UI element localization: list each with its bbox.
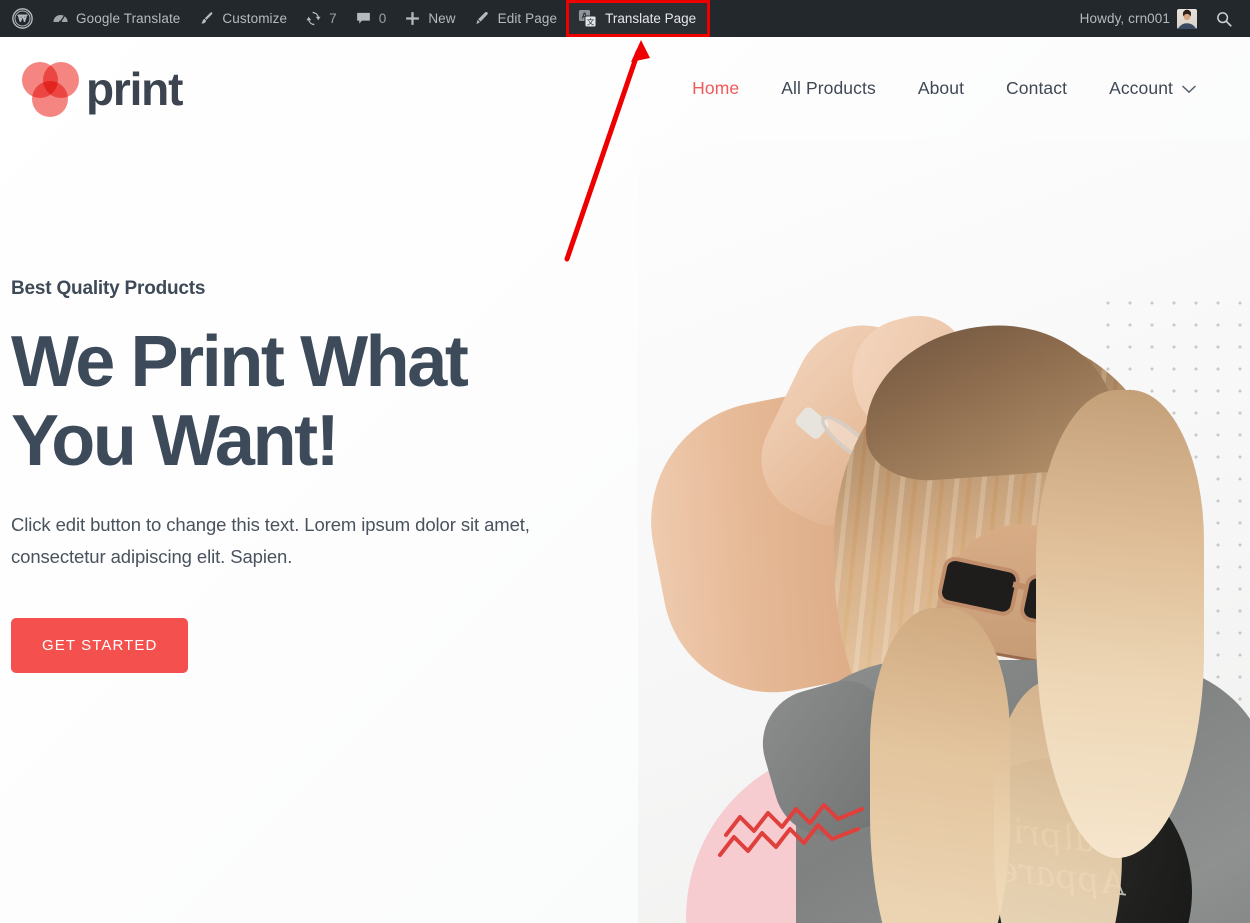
update-icon — [305, 10, 322, 27]
admin-bar-item-google-translate[interactable]: Google Translate — [43, 0, 189, 37]
three-circles-logo — [22, 60, 80, 118]
howdy-greeting: Howdy, crn001 — [1079, 10, 1170, 26]
site-header: print Home All Products About Contact Ac… — [0, 37, 1250, 140]
hero-title-line2: You Want! — [11, 401, 340, 482]
comment-icon — [355, 10, 372, 27]
brush-icon — [198, 10, 215, 27]
admin-bar-label-edit-page: Edit Page — [497, 10, 558, 26]
hero-body-text: Click edit button to change this text. L… — [11, 514, 530, 568]
site-logo[interactable]: print — [22, 60, 183, 118]
nav-item-account-label: Account — [1109, 78, 1173, 98]
admin-bar-left-group: W Google Translate Customize 7 0 New Edi… — [0, 0, 711, 37]
admin-bar-item-updates[interactable]: 7 — [296, 0, 346, 37]
dashboard-icon — [52, 10, 69, 27]
wp-admin-bar: W Google Translate Customize 7 0 New Edi… — [0, 0, 1250, 37]
admin-bar-update-count: 7 — [329, 11, 337, 26]
wordpress-icon: W — [12, 8, 33, 29]
model-hair-front-right — [1036, 390, 1204, 858]
hero-section: Best Quality Products We Print What You … — [11, 278, 621, 673]
admin-bar-comment-count: 0 — [378, 11, 387, 26]
nav-item-account[interactable]: Account — [1088, 78, 1204, 99]
svg-text:文: 文 — [587, 17, 595, 27]
hero-title: We Print What You Want! — [11, 322, 621, 482]
nav-item-home[interactable]: Home — [671, 78, 760, 99]
admin-bar-label-new: New — [428, 10, 456, 26]
nav-item-contact[interactable]: Contact — [985, 78, 1088, 99]
chevron-down-icon — [1182, 78, 1196, 99]
hero-image: Culprit Apparel — [638, 140, 1250, 923]
search-icon — [1215, 10, 1233, 28]
admin-bar-label-google-translate: Google Translate — [76, 10, 181, 26]
admin-bar-my-account[interactable]: Howdy, crn001 — [1071, 0, 1206, 37]
admin-bar-item-translate-page[interactable]: A 文 Translate Page — [566, 0, 711, 37]
admin-bar-item-comments[interactable]: 0 — [346, 0, 396, 37]
site-title: print — [86, 62, 183, 115]
page-root: W Google Translate Customize 7 0 New Edi… — [0, 0, 1250, 923]
admin-bar-label-translate-page: Translate Page — [605, 10, 697, 26]
red-zigzag-decoration — [718, 803, 864, 857]
translate-icon: A 文 — [578, 9, 597, 28]
plus-icon — [404, 10, 421, 27]
avatar-icon — [1177, 8, 1197, 29]
hero-eyebrow: Best Quality Products — [11, 278, 206, 299]
admin-bar-item-new[interactable]: New — [395, 0, 464, 37]
get-started-button[interactable]: GET STARTED — [11, 618, 189, 673]
admin-bar-right-group: Howdy, crn001 — [1071, 0, 1250, 37]
hero-title-line1: We Print What — [11, 322, 469, 402]
nav-item-all-products[interactable]: All Products — [760, 78, 897, 99]
model-hair-front-left — [870, 608, 1010, 923]
wordpress-logo-button[interactable]: W — [0, 0, 43, 37]
pencil-icon — [474, 10, 491, 27]
admin-bar-search-button[interactable] — [1206, 0, 1242, 37]
main-navigation: Home All Products About Contact Account — [671, 78, 1204, 99]
admin-bar-item-customize[interactable]: Customize — [189, 0, 296, 37]
nav-item-about[interactable]: About — [897, 78, 985, 99]
admin-bar-label-customize: Customize — [222, 10, 288, 26]
admin-bar-item-edit-page[interactable]: Edit Page — [465, 0, 566, 37]
svg-text:W: W — [16, 14, 28, 25]
